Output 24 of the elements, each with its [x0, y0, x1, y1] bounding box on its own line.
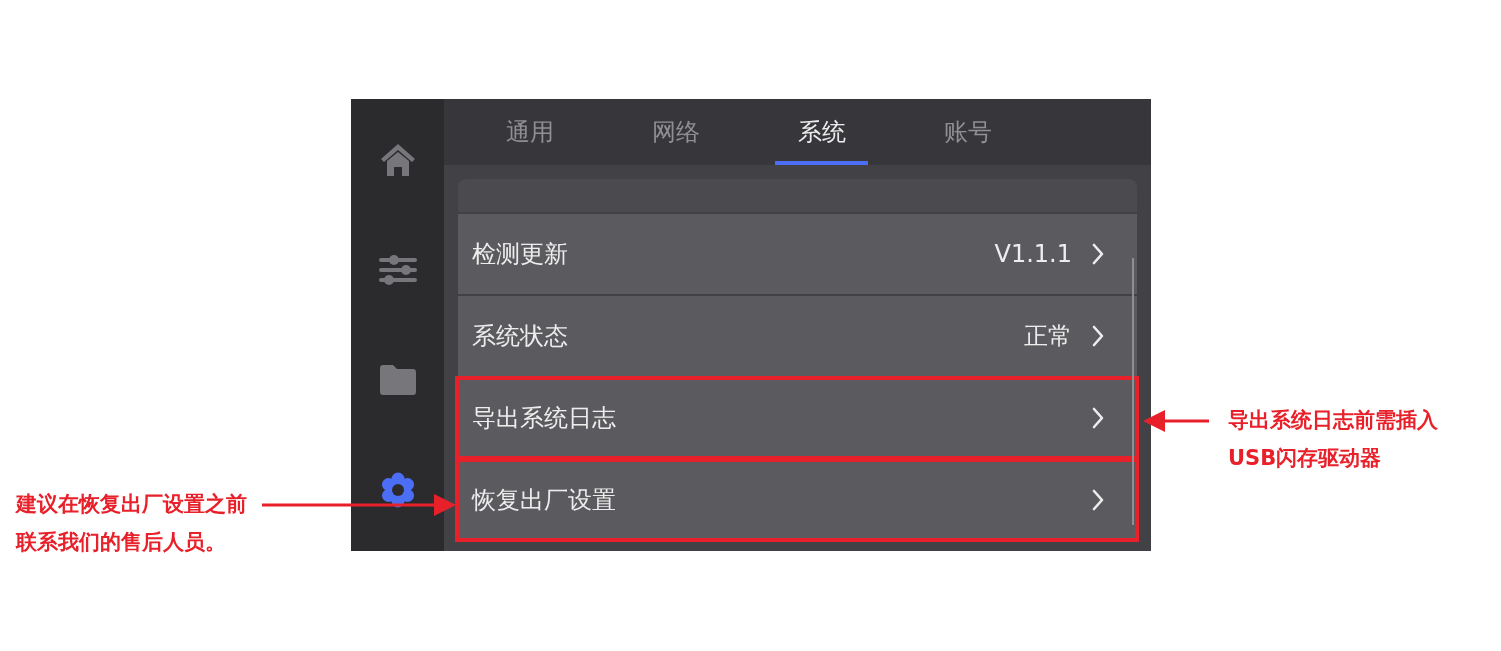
annotation-note: 建议在恢复出厂设置之前联系我们的售后人员。 — [16, 491, 248, 556]
chevron-icon — [1092, 407, 1104, 429]
row-label: 导出系统日志 — [472, 403, 617, 434]
annotation-note: 导出系统日志前需插入USB闪存驱动器 — [1228, 407, 1439, 472]
sliders-icon — [378, 255, 417, 285]
row-value: 正常 — [1024, 321, 1072, 352]
settings-row[interactable]: 恢复出厂设置 — [455, 458, 1139, 542]
tab[interactable]: 通用 — [457, 99, 603, 165]
row-value: V1.1.1 — [994, 240, 1072, 268]
settings-row[interactable]: 检测更新 V1.1.1 — [458, 214, 1137, 294]
row-label: 系统状态 — [472, 321, 569, 352]
chevron-icon — [1092, 325, 1104, 347]
tab[interactable]: 网络 — [603, 99, 749, 165]
tab[interactable]: 账号 — [895, 99, 1041, 165]
chevron-icon — [1092, 243, 1104, 265]
settings-row[interactable]: 导出系统日志 — [455, 376, 1139, 460]
home-icon — [379, 143, 416, 177]
folder-icon — [379, 365, 416, 395]
row-label: 检测更新 — [472, 239, 569, 270]
settings-row[interactable]: 系统状态 正常 — [458, 296, 1137, 376]
pointer-arrow — [1143, 410, 1209, 432]
tab[interactable]: 系统 — [749, 99, 895, 165]
chevron-icon — [1092, 489, 1104, 511]
row-label: 恢复出厂设置 — [472, 485, 617, 516]
